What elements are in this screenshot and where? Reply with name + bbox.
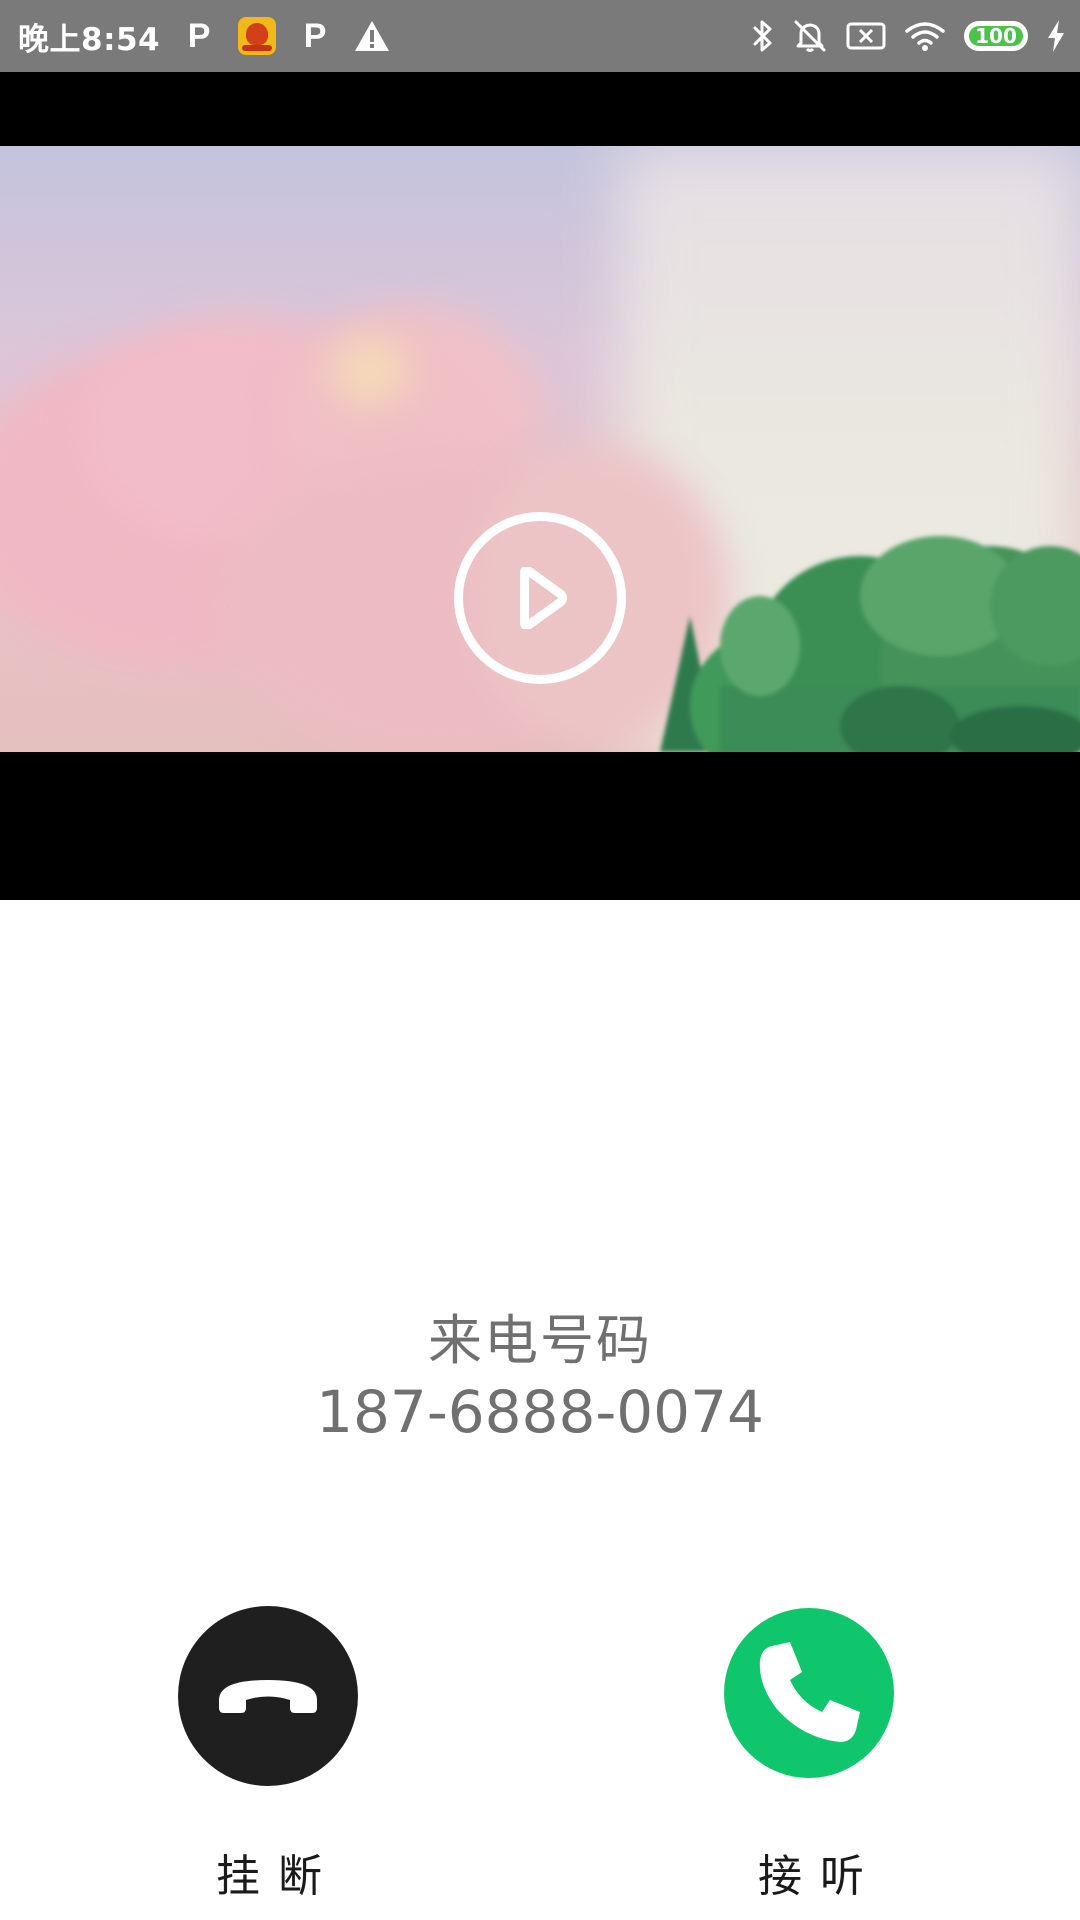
phone-hangup-icon xyxy=(219,1680,317,1713)
app-icon xyxy=(238,17,277,55)
status-bar-right: 100 xyxy=(734,0,1066,72)
battery-level: 100 xyxy=(975,24,1017,48)
video-frame xyxy=(0,146,1080,752)
mute-icon xyxy=(792,18,828,54)
play-button[interactable] xyxy=(454,512,626,684)
play-icon xyxy=(520,567,568,629)
status-bar: 晚上8:54 P P 100 xyxy=(0,0,1080,72)
warning-icon xyxy=(354,20,390,52)
bluetooth-icon xyxy=(752,19,774,53)
video-player[interactable] xyxy=(0,72,1080,900)
caller-number: 187-6888-0074 xyxy=(316,1378,764,1446)
answer-label[interactable]: 接听 xyxy=(700,1840,940,1904)
sim-x-icon xyxy=(846,21,886,51)
status-time: 晚上8:54 xyxy=(18,21,161,58)
battery-icon: 100 xyxy=(964,21,1028,51)
phone-answer-icon xyxy=(759,1642,860,1742)
parking-p-icon: P xyxy=(187,16,211,55)
caller-label: 来电号码 xyxy=(428,1309,652,1372)
wifi-icon xyxy=(904,20,946,52)
status-bar-left: 晚上8:54 P P xyxy=(18,0,390,72)
charging-icon xyxy=(1046,19,1066,53)
hangup-label[interactable]: 挂断 xyxy=(158,1840,398,1904)
hangup-button[interactable] xyxy=(178,1606,358,1786)
parking-p-icon: P xyxy=(303,16,327,55)
answer-button[interactable] xyxy=(724,1608,894,1778)
